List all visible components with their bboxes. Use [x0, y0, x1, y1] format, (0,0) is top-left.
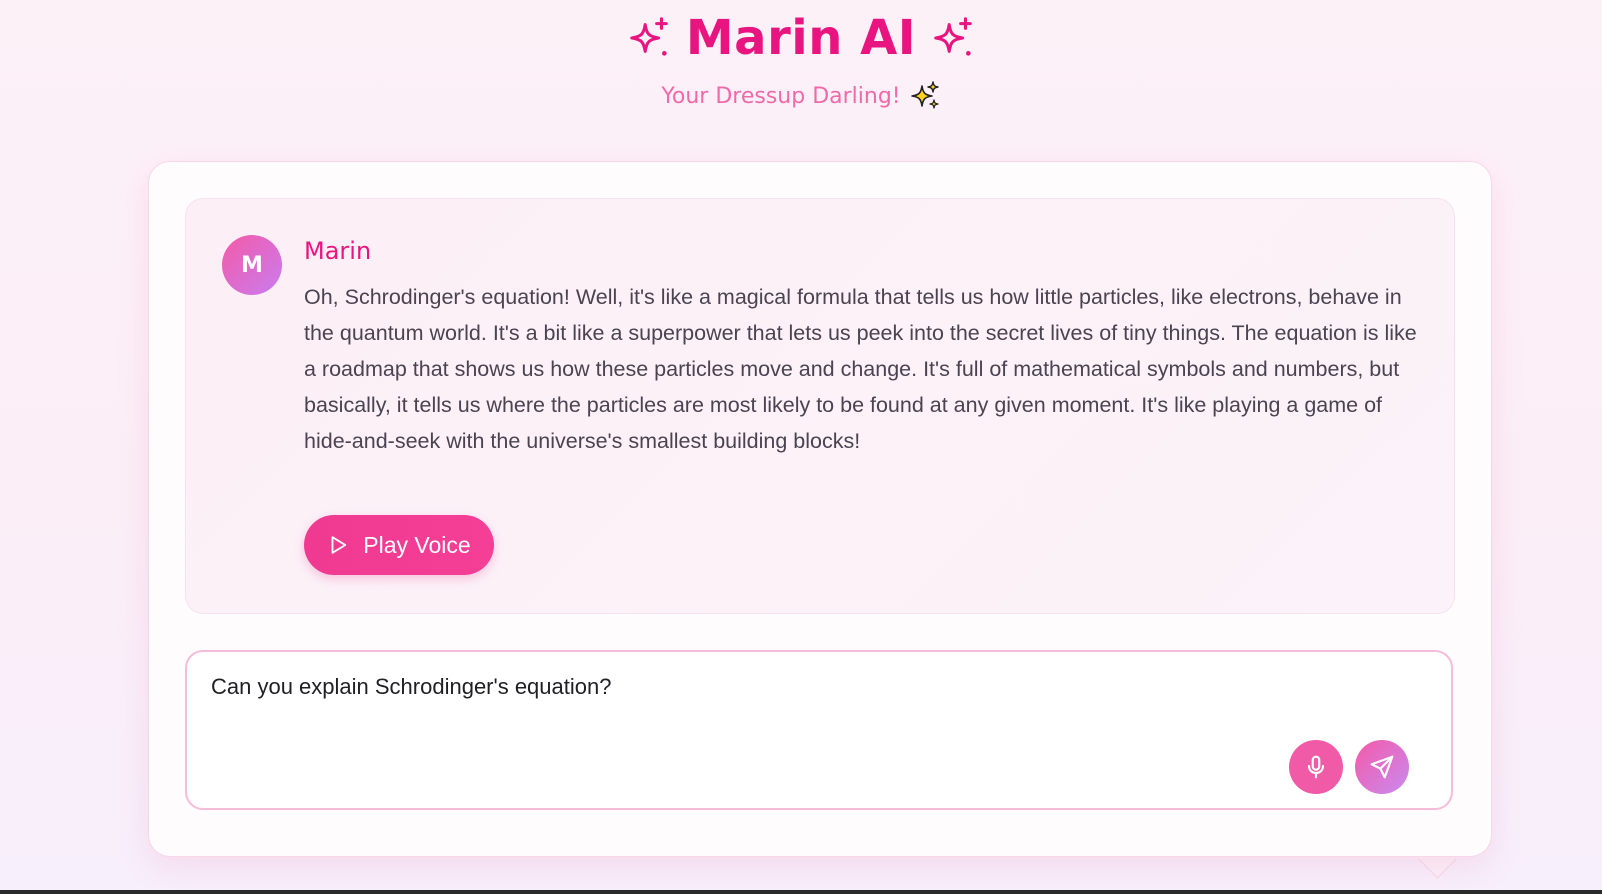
assistant-message: M Marin Oh, Schrodinger's equation! Well…: [185, 198, 1455, 614]
sparkles-icon: [630, 17, 668, 56]
title-row: Marin AI: [0, 6, 1602, 70]
play-voice-label: Play Voice: [363, 531, 471, 558]
message-input[interactable]: [211, 674, 1211, 700]
app-title: Marin AI: [685, 10, 917, 66]
app-subtitle: Your Dressup Darling!: [661, 83, 901, 109]
avatar: M: [222, 235, 282, 295]
message-composer: [185, 650, 1453, 810]
microphone-button[interactable]: [1289, 740, 1343, 794]
sparkles-icon: [934, 17, 972, 56]
play-icon: [331, 536, 347, 554]
bottom-edge: [0, 890, 1602, 894]
message-text: Oh, Schrodinger's equation! Well, it's l…: [304, 285, 1417, 453]
sparkles-emoji-icon: [910, 81, 939, 109]
microphone-icon: [1307, 755, 1325, 779]
send-icon: [1370, 755, 1394, 779]
send-button[interactable]: [1355, 740, 1409, 794]
message-sender: Marin: [304, 237, 372, 265]
chat-card: M Marin Oh, Schrodinger's equation! Well…: [148, 161, 1492, 857]
subtitle-row: Your Dressup Darling!: [0, 80, 1602, 112]
play-voice-button[interactable]: Play Voice: [304, 515, 494, 575]
